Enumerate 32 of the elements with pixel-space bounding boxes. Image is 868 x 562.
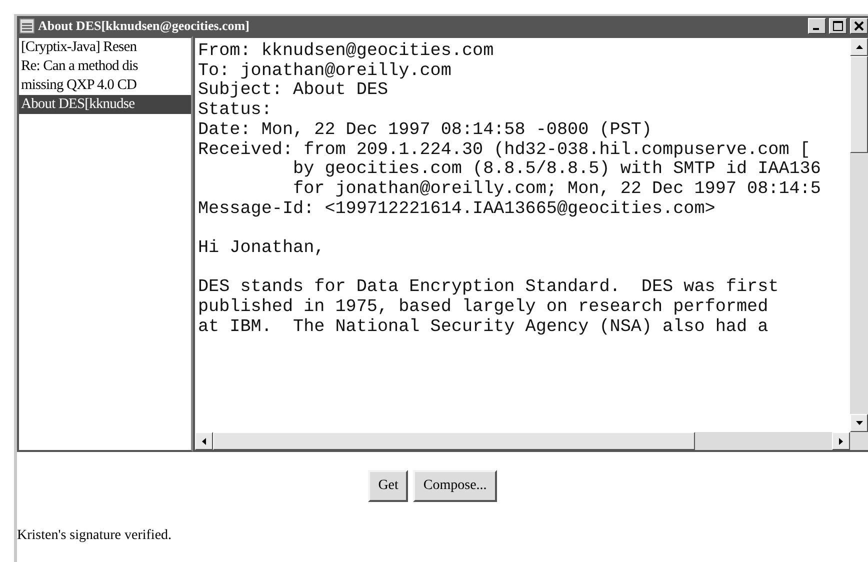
maximize-icon (833, 21, 843, 31)
scrollbar-corner (850, 432, 868, 450)
message-line: at IBM. The National Security Agency (NSA) also had a (198, 318, 770, 338)
scroll-down-icon[interactable] (850, 414, 868, 432)
message-list-item[interactable]: About DES[kknudse (19, 95, 191, 114)
message-line: Hi Jonathan, (198, 239, 326, 259)
close-button[interactable] (850, 18, 868, 34)
minimize-button[interactable] (808, 18, 826, 34)
message-line: Date: Mon, 22 Dec 1997 08:14:58 -0800 (PST) (198, 120, 653, 141)
compose-button[interactable]: Compose... (413, 470, 497, 502)
close-icon (854, 21, 864, 31)
message-line: Message-Id: <199712221614.IAA13665@geocities.com> (198, 200, 716, 220)
message-line: Status: (198, 101, 273, 121)
message-line: Subject: About DES (198, 81, 390, 102)
scroll-left-icon[interactable] (195, 432, 213, 450)
maximize-button[interactable] (829, 18, 847, 34)
message-line: for jonathan@oreilly.com; Mon, 22 Dec 1997 08:14:5 (292, 180, 822, 200)
scroll-right-icon[interactable] (832, 432, 850, 450)
vertical-scrollbar[interactable] (850, 38, 868, 432)
message-line: DES stands for Data Encryption Standard. DES was first (198, 278, 780, 298)
window-title: About DES[kknudsen@geocities.com] (38, 18, 250, 34)
horizontal-scrollbar[interactable] (195, 432, 850, 450)
message-line: From: kknudsen@geocities.com (198, 42, 495, 62)
status-text: Kristen's signature verified. (17, 528, 172, 544)
scroll-up-icon[interactable] (850, 38, 868, 56)
scroll-thumb[interactable] (850, 56, 868, 153)
scroll-thumb[interactable] (213, 432, 695, 450)
get-button[interactable]: Get (368, 470, 408, 502)
message-line: published in 1975, based largely on research performed (198, 298, 770, 318)
message-line: Received: from 209.1.224.30 (hd32-038.hil.compuserve.com [ (198, 140, 812, 160)
message-line: To: jonathan@oreilly.com (198, 62, 452, 81)
message-line: by geocities.com (8.8.5/8.8.5) with SMTP id IAA136 (292, 160, 822, 180)
